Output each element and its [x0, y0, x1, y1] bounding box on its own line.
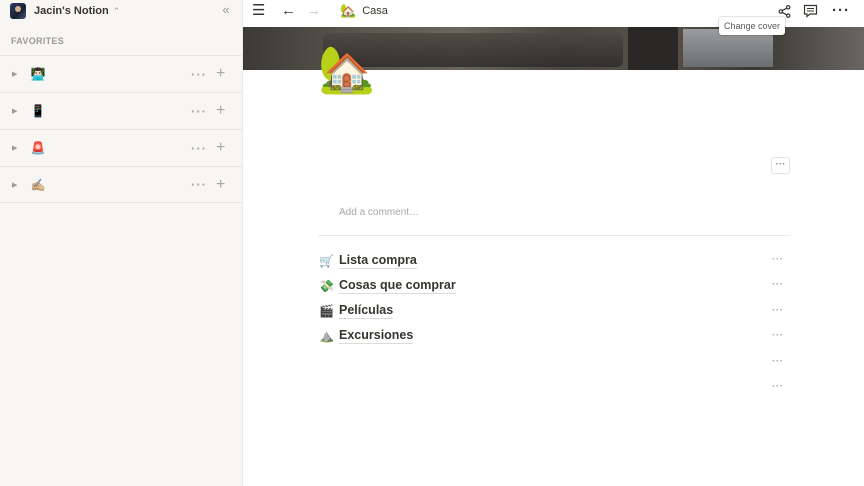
subpage-emoji: 🎬: [319, 303, 334, 318]
page-emoji: 🚨: [30, 141, 46, 155]
more-dots-icon[interactable]: ···: [191, 67, 207, 82]
subpage-emoji: 💸: [319, 278, 334, 293]
expand-triangle-icon[interactable]: ▶: [12, 70, 22, 78]
more-dots-icon[interactable]: ···: [191, 177, 207, 192]
subpage-link[interactable]: ⛰️ Excursiones: [318, 323, 788, 348]
subpage-label: Películas: [339, 302, 394, 319]
subpage-label: Lista compra: [339, 252, 417, 269]
row-more-dots-icon[interactable]: ···: [772, 356, 784, 367]
subpage-label: Excursiones: [339, 327, 414, 344]
subpage-link[interactable]: 💸 Cosas que comprar: [318, 273, 788, 298]
comment-icon[interactable]: [803, 0, 818, 22]
more-dots-icon[interactable]: ···: [191, 104, 207, 119]
workspace-avatar: [10, 3, 26, 19]
subpage-label: Cosas que comprar: [339, 277, 456, 294]
more-dots-icon[interactable]: ···: [191, 141, 207, 156]
cover-chair-shape: [628, 27, 678, 70]
page-emoji: ✍🏼: [30, 177, 46, 192]
more-icon[interactable]: ···: [832, 0, 850, 22]
back-arrow-icon[interactable]: ←: [281, 0, 296, 22]
breadcrumb-emoji: 🏡: [340, 3, 357, 18]
change-cover-button[interactable]: Change cover: [718, 17, 785, 35]
breadcrumb[interactable]: 🏡 Casa: [340, 3, 388, 19]
subpage-link[interactable]: 🛒 Lista compra: [318, 248, 788, 273]
chevron-updown-icon: ⌃: [112, 5, 121, 16]
add-page-icon[interactable]: +: [216, 65, 225, 83]
subpage-list: 🛒 Lista compra 💸 Cosas que comprar 🎬 Pel…: [318, 248, 788, 348]
breadcrumb-label: Casa: [362, 5, 388, 17]
favorites-header: FAVORITES: [11, 36, 65, 46]
row-more-dots-icon[interactable]: ···: [772, 254, 784, 265]
favorite-item[interactable]: ▶ 👨🏻‍💻 ··· +: [0, 55, 242, 92]
menu-icon[interactable]: ☰: [252, 0, 265, 22]
row-more-dots-icon[interactable]: ···: [772, 330, 784, 341]
expand-triangle-icon[interactable]: ▶: [12, 144, 22, 152]
favorite-item[interactable]: ▶ 📱 ··· +: [0, 92, 242, 129]
expand-triangle-icon[interactable]: ▶: [12, 181, 22, 189]
subpage-emoji: 🛒: [319, 253, 334, 268]
favorites-list: ▶ 👨🏻‍💻 ··· + ▶ 📱 ··· + ▶ 🚨 ··· + ▶ ✍🏼 ··…: [0, 55, 242, 203]
add-comment-input[interactable]: Add a comment…: [339, 207, 419, 218]
block-more-button[interactable]: ···: [771, 157, 790, 174]
page-emoji: 👨🏻‍💻: [30, 67, 46, 81]
subpage-link[interactable]: 🎬 Películas: [318, 298, 788, 323]
workspace-switcher[interactable]: Jacin's Notion ⌃: [0, 0, 242, 22]
favorite-item[interactable]: ▶ 🚨 ··· +: [0, 129, 242, 166]
forward-arrow-icon[interactable]: →: [306, 0, 321, 22]
page-emoji: 📱: [30, 104, 46, 118]
favorite-item[interactable]: ▶ ✍🏼 ··· +: [0, 166, 242, 203]
row-more-dots-icon[interactable]: ···: [772, 381, 784, 392]
sidebar: Jacin's Notion ⌃ « FAVORITES ▶ 👨🏻‍💻 ··· …: [0, 0, 243, 486]
add-page-icon[interactable]: +: [216, 176, 225, 194]
row-more-dots-icon[interactable]: ···: [772, 305, 784, 316]
expand-triangle-icon[interactable]: ▶: [12, 107, 22, 115]
row-more-dots-icon[interactable]: ···: [772, 279, 784, 290]
workspace-name: Jacin's Notion: [34, 5, 109, 17]
divider: [318, 235, 791, 236]
add-page-icon[interactable]: +: [216, 139, 225, 157]
subpage-emoji: ⛰️: [319, 328, 334, 343]
page-icon[interactable]: 🏡: [318, 41, 375, 97]
collapse-sidebar-icon[interactable]: «: [219, 3, 233, 17]
add-page-icon[interactable]: +: [216, 102, 225, 120]
